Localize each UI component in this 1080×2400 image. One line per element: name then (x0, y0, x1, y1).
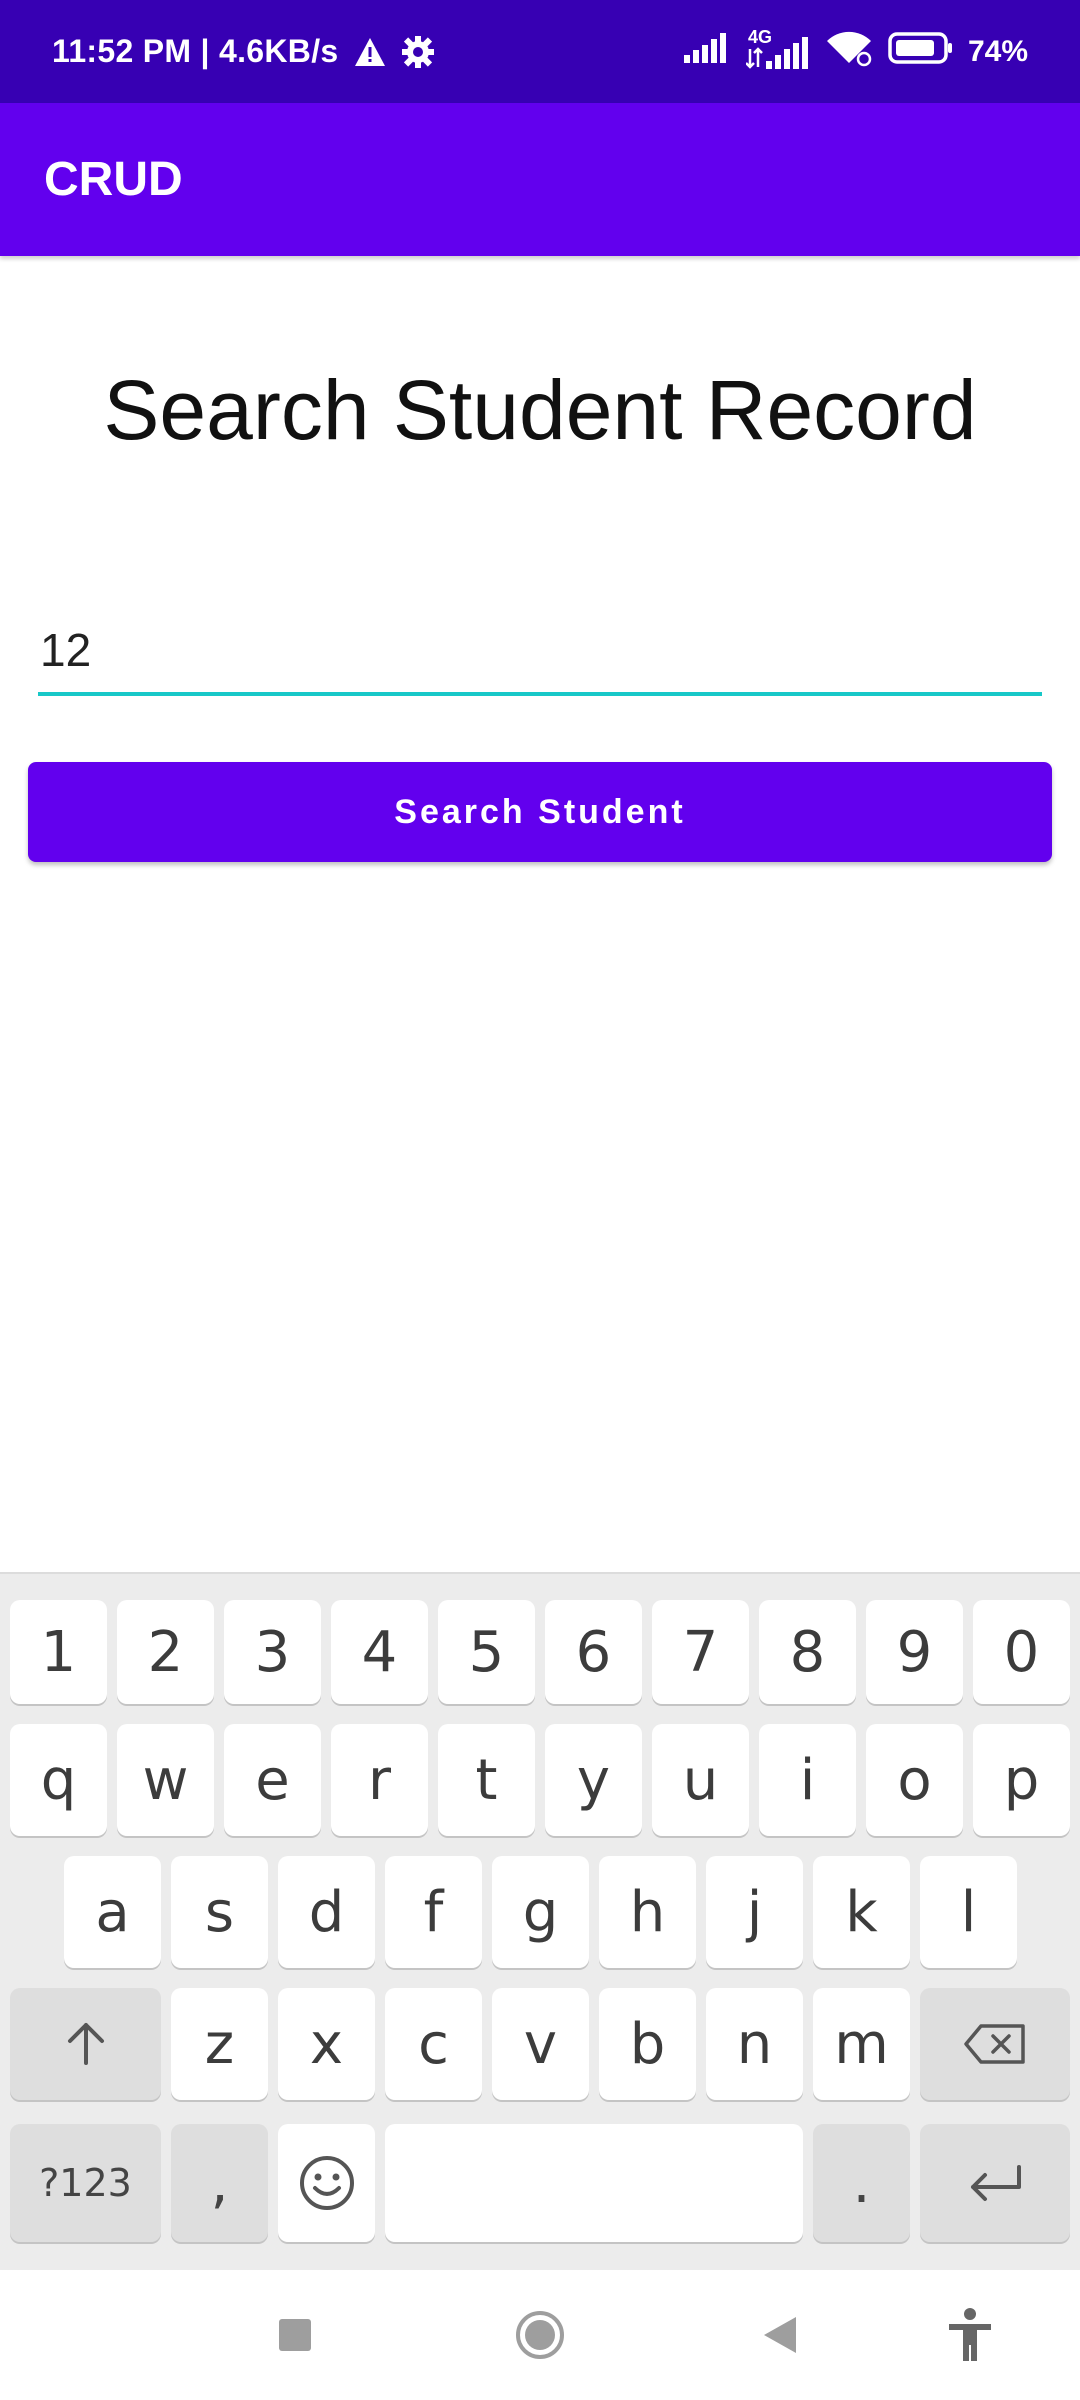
app-title: CRUD (44, 153, 183, 206)
key-b[interactable]: b (599, 1988, 696, 2100)
symbols-key[interactable]: ?123 (10, 2124, 161, 2242)
battery-icon (888, 31, 954, 73)
key-i[interactable]: i (759, 1724, 856, 1836)
key-p[interactable]: p (973, 1724, 1070, 1836)
status-left: 11:52 PM | 4.6KB/s (52, 0, 435, 103)
wifi-icon (824, 29, 874, 75)
accessibility-button[interactable] (935, 2270, 1005, 2400)
page-title: Search Student Record (103, 363, 977, 457)
key-0[interactable]: 0 (973, 1600, 1070, 1704)
key-z[interactable]: z (171, 1988, 268, 2100)
key-4[interactable]: 4 (331, 1600, 428, 1704)
key-d[interactable]: d (278, 1856, 375, 1968)
key-5[interactable]: 5 (438, 1600, 535, 1704)
soft-keyboard: 1 2 3 4 5 6 7 8 9 0 q w e r t y u i o p … (0, 1572, 1080, 2270)
network-type: 4G (747, 26, 772, 47)
backspace-icon (964, 2024, 1025, 2064)
emoji-icon (299, 2156, 354, 2210)
key-l[interactable]: l (920, 1856, 1017, 1968)
battery-percent: 74% (967, 34, 1028, 68)
key-1[interactable]: 1 (10, 1600, 107, 1704)
warning-icon (353, 36, 387, 68)
key-v[interactable]: v (492, 1988, 589, 2100)
emoji-key[interactable] (278, 2124, 375, 2242)
key-j[interactable]: j (706, 1856, 803, 1968)
signal-icon (682, 31, 732, 73)
settings-gear-icon (401, 35, 435, 69)
key-u[interactable]: u (652, 1724, 749, 1836)
key-2[interactable]: 2 (117, 1600, 214, 1704)
student-id-input[interactable] (38, 610, 1042, 690)
recents-button[interactable] (260, 2270, 330, 2400)
status-right: 4G 74% (682, 0, 1028, 103)
home-circle-icon (516, 2311, 564, 2359)
back-triangle-icon (764, 2317, 796, 2353)
key-k[interactable]: k (813, 1856, 910, 1968)
shift-icon (67, 2023, 104, 2065)
key-t[interactable]: t (438, 1724, 535, 1836)
key-q[interactable]: q (10, 1724, 107, 1836)
status-time-speed: 11:52 PM | 4.6KB/s (52, 33, 339, 69)
period-key[interactable]: . (813, 2124, 910, 2242)
backspace-key[interactable] (920, 1988, 1070, 2100)
key-s[interactable]: s (171, 1856, 268, 1968)
status-bar: 11:52 PM | 4.6KB/s 4G 74% (0, 0, 1080, 103)
enter-key[interactable] (920, 2124, 1070, 2242)
home-button[interactable] (505, 2270, 575, 2400)
recents-square-icon (279, 2319, 311, 2351)
key-6[interactable]: 6 (545, 1600, 642, 1704)
key-o[interactable]: o (866, 1724, 963, 1836)
key-f[interactable]: f (385, 1856, 482, 1968)
key-w[interactable]: w (117, 1724, 214, 1836)
search-student-button[interactable]: Search Student (28, 762, 1052, 862)
key-9[interactable]: 9 (866, 1600, 963, 1704)
key-7[interactable]: 7 (652, 1600, 749, 1704)
key-h[interactable]: h (599, 1856, 696, 1968)
key-n[interactable]: n (706, 1988, 803, 2100)
space-key[interactable] (385, 2124, 803, 2242)
key-c[interactable]: c (385, 1988, 482, 2100)
key-g[interactable]: g (492, 1856, 589, 1968)
app-bar: CRUD (0, 103, 1080, 256)
key-m[interactable]: m (813, 1988, 910, 2100)
shift-key[interactable] (10, 1988, 161, 2100)
back-button[interactable] (745, 2270, 815, 2400)
key-a[interactable]: a (64, 1856, 161, 1968)
key-r[interactable]: r (331, 1724, 428, 1836)
key-y[interactable]: y (545, 1724, 642, 1836)
key-3[interactable]: 3 (224, 1600, 321, 1704)
key-x[interactable]: x (278, 1988, 375, 2100)
search-field-container (38, 610, 1042, 696)
key-8[interactable]: 8 (759, 1600, 856, 1704)
key-e[interactable]: e (224, 1724, 321, 1836)
comma-key[interactable]: , (171, 2124, 268, 2242)
navigation-bar (0, 2270, 1080, 2400)
4g-signal-icon: 4G (745, 27, 810, 71)
accessibility-icon (949, 2308, 991, 2361)
enter-icon (971, 2165, 1021, 2201)
